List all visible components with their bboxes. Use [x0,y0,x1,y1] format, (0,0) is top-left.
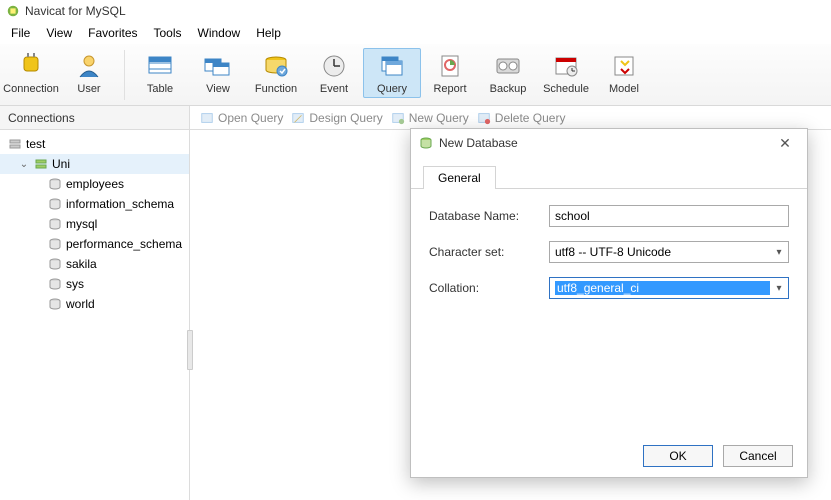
dialog-title: New Database [439,136,771,150]
report-icon [432,51,468,81]
tree-item-uni[interactable]: ⌄ Uni [0,154,189,174]
open-query-button[interactable]: Open Query [200,111,283,125]
menu-help[interactable]: Help [249,24,288,42]
dialog-form: Database Name: Character set: utf8 -- UT… [411,189,807,329]
plug-icon [13,51,49,81]
tree-label: information_schema [66,197,174,211]
chevron-down-icon: ▾ [770,283,788,294]
model-button[interactable]: Model [595,48,653,98]
tree-item-world[interactable]: world [0,294,189,314]
view-button[interactable]: View [189,48,247,98]
tree-label: performance_schema [66,237,182,251]
db-icon [48,177,62,191]
tree-label: sys [66,277,84,291]
user-label: User [77,83,100,95]
function-button[interactable]: Function [247,48,305,98]
splitter-handle[interactable] [187,330,193,370]
dialog-footer: OK Cancel [411,441,807,477]
server-open-icon [34,157,48,171]
tree-item-test[interactable]: test [0,134,189,154]
tabstrip: General [411,157,807,189]
connections-panel-title: Connections [0,106,190,129]
titlebar: Navicat for MySQL [0,0,831,22]
collation-label: Collation: [429,281,549,295]
connection-button[interactable]: Connection [2,48,60,98]
new-icon [391,111,405,125]
chevron-down-icon[interactable]: ⌄ [18,159,30,170]
tree-label: test [26,137,45,151]
delete-query-button[interactable]: Delete Query [477,111,566,125]
backup-button[interactable]: Backup [479,48,537,98]
tree-label: employees [66,177,124,191]
table-icon [142,51,178,81]
table-button[interactable]: Table [131,48,189,98]
query-button[interactable]: Query [363,48,421,98]
toolbar-sep [124,50,125,100]
db-icon [48,237,62,251]
schedule-button[interactable]: Schedule [537,48,595,98]
charset-combobox[interactable]: utf8 -- UTF-8 Unicode ▾ [549,241,789,263]
connection-label: Connection [3,83,59,95]
query-actions: Open Query Design Query New Query Delete… [190,111,565,125]
design-query-button[interactable]: Design Query [291,111,382,125]
charset-label: Character set: [429,245,549,259]
secondbar: Connections Open Query Design Query New … [0,106,831,130]
collation-value: utf8_general_ci [555,281,770,295]
clock-icon [316,51,352,81]
app-title: Navicat for MySQL [25,4,126,18]
db-icon [48,197,62,211]
new-database-dialog: New Database ✕ General Database Name: Ch… [410,128,808,478]
tab-general[interactable]: General [423,166,496,189]
dialog-body: General Database Name: Character set: ut… [411,157,807,441]
db-icon [48,257,62,271]
backup-icon [490,51,526,81]
menu-view[interactable]: View [39,24,79,42]
menubar: File View Favorites Tools Window Help [0,22,831,44]
tree-label: world [66,297,95,311]
chevron-down-icon: ▾ [770,247,788,258]
user-button[interactable]: User [60,48,118,98]
database-icon [419,136,433,150]
new-query-button[interactable]: New Query [391,111,469,125]
menu-file[interactable]: File [4,24,37,42]
event-button[interactable]: Event [305,48,363,98]
design-icon [291,111,305,125]
close-button[interactable]: ✕ [771,135,799,152]
tree-item-sys[interactable]: sys [0,274,189,294]
tree-item-sakila[interactable]: sakila [0,254,189,274]
tree-item-mysql[interactable]: mysql [0,214,189,234]
tree-item-performance-schema[interactable]: performance_schema [0,234,189,254]
cancel-button[interactable]: Cancel [723,445,793,467]
server-icon [8,137,22,151]
calendar-icon [548,51,584,81]
toolbar: Connection User Table View Function Even… [0,44,831,106]
connections-tree[interactable]: test ⌄ Uni employees information_schema … [0,130,190,500]
user-icon [71,51,107,81]
function-icon [258,51,294,81]
tree-item-employees[interactable]: employees [0,174,189,194]
db-icon [48,277,62,291]
tree-label: mysql [66,217,97,231]
report-button[interactable]: Report [421,48,479,98]
menu-window[interactable]: Window [191,24,248,42]
db-name-input[interactable] [549,205,789,227]
query-icon [374,51,410,81]
db-icon [48,217,62,231]
menu-tools[interactable]: Tools [147,24,189,42]
charset-value: utf8 -- UTF-8 Unicode [555,245,770,259]
delete-icon [477,111,491,125]
dialog-titlebar[interactable]: New Database ✕ [411,129,807,157]
tree-item-information-schema[interactable]: information_schema [0,194,189,214]
tree-label: Uni [52,157,70,171]
db-icon [48,297,62,311]
tree-label: sakila [66,257,97,271]
model-icon [606,51,642,81]
ok-button[interactable]: OK [643,445,713,467]
collation-combobox[interactable]: utf8_general_ci ▾ [549,277,789,299]
view-icon [200,51,236,81]
db-name-label: Database Name: [429,209,549,223]
app-icon [6,4,20,18]
open-icon [200,111,214,125]
menu-favorites[interactable]: Favorites [81,24,144,42]
